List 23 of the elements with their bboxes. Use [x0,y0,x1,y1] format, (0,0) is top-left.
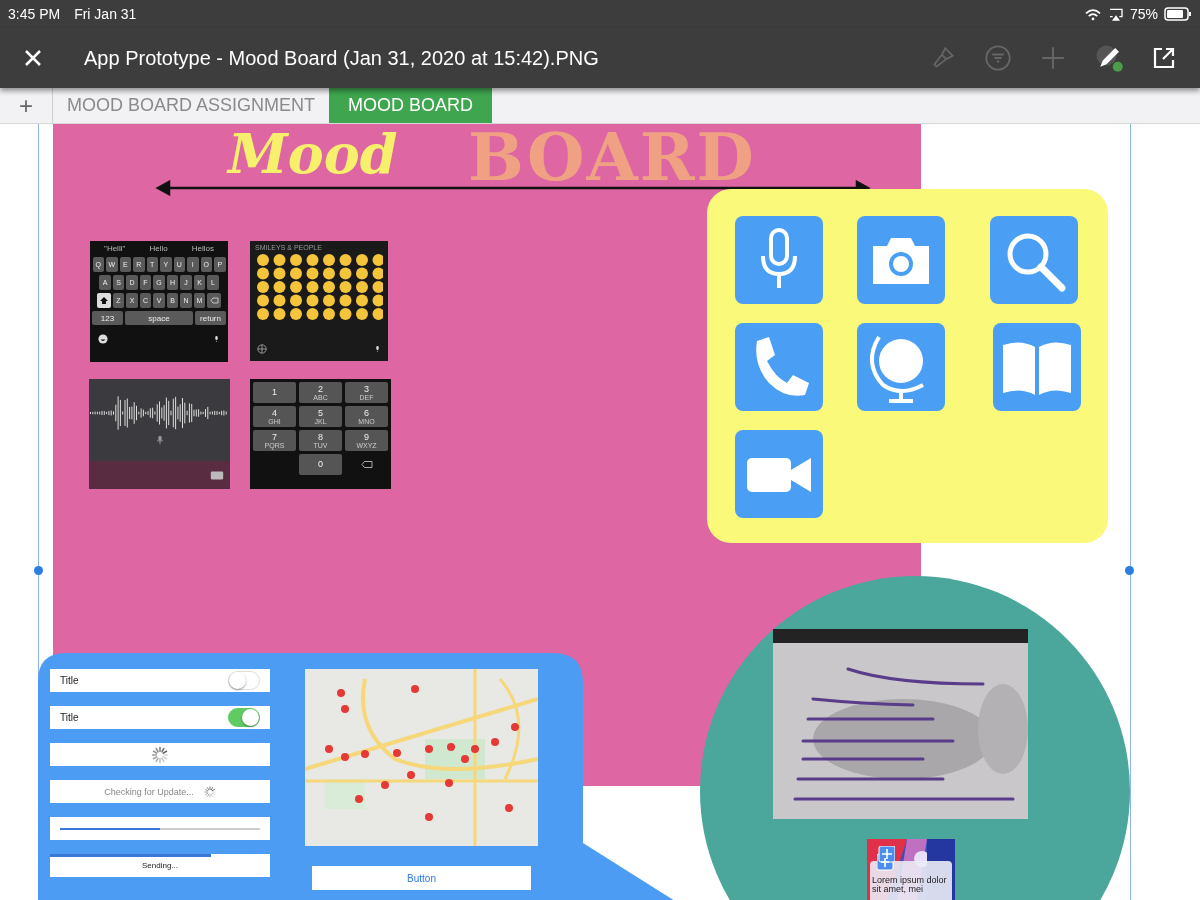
row-label: Title [60,675,79,686]
suggestion: "Helli" [104,244,126,253]
keyboard-key: space [124,311,194,325]
suggestion: Hello [149,244,168,253]
row-label: Title [60,712,79,723]
number-key: 0 [299,454,342,475]
sheet-tab[interactable]: MOOD BOARD [329,88,493,123]
window-title: App Prototype - Mood Board (Jan 31, 2020 at 15:42).PNG [84,46,600,70]
add-sheet-button[interactable]: + [0,88,53,123]
suggestion: Hellos [191,244,214,253]
sample-button[interactable]: Button [312,866,531,890]
keyboard-key: 123 [92,311,123,325]
keyboard-key: return [195,311,226,325]
notification-text: Lorem ipsum dolor sit amet, mei [870,861,952,900]
board-title: Mood [228,124,399,188]
board-title: BOARD [468,124,756,196]
battery-percent: 75% [1129,6,1158,22]
status-text: Sending... [142,861,178,870]
sheet-tab[interactable]: MOOD BOARD ASSIGNMENT [53,88,330,123]
status-date: Fri Jan 31 [74,6,137,22]
status-text: Checking for Update... [104,786,194,797]
status-time: 3:45 PM [8,6,61,22]
number-key: 1 [253,382,296,403]
